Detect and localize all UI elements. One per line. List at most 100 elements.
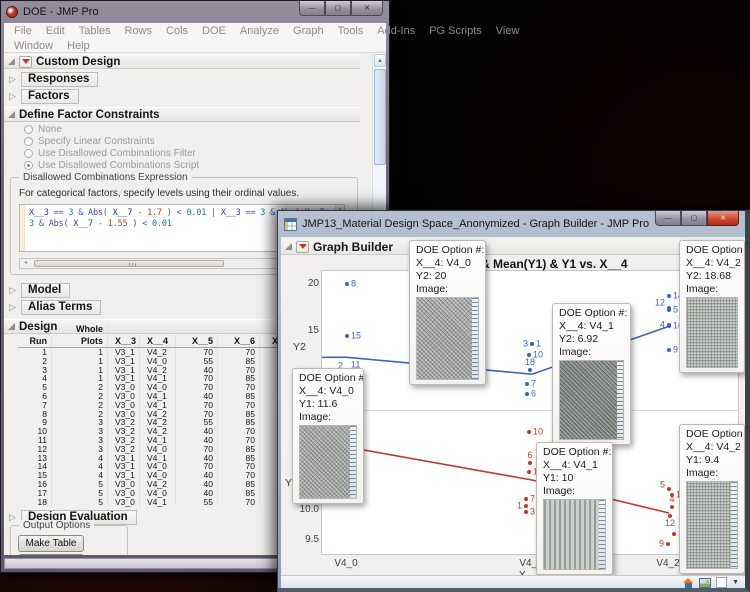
radio-option[interactable]: Use Disallowed Combinations Script	[24, 160, 199, 171]
collapsed-disclosure-icon[interactable]: ▷	[9, 92, 18, 101]
radio-option[interactable]: None	[24, 124, 62, 135]
tooltip-title: DOE Option #: 9	[686, 428, 738, 441]
graph-title-bar[interactable]: JMP13_Material Design Space_Anonymized -…	[278, 211, 745, 237]
point-label: 3	[523, 340, 528, 349]
data-point[interactable]	[528, 368, 532, 372]
red-triangle-menu-button[interactable]	[296, 241, 309, 253]
menu-item-cols[interactable]: Cols	[159, 25, 195, 37]
radio-button-icon[interactable]	[24, 149, 33, 158]
dropdown-icon[interactable]: ▼	[732, 579, 739, 586]
data-point[interactable]	[524, 504, 528, 508]
make-table-button[interactable]: Make Table	[18, 535, 84, 552]
data-point[interactable]	[667, 348, 671, 352]
data-point[interactable]	[666, 542, 670, 546]
outline-model[interactable]: ▷ Model	[9, 283, 70, 298]
menu-item-tables[interactable]: Tables	[72, 25, 118, 37]
radio-option[interactable]: Use Disallowed Combinations Filter	[24, 148, 196, 159]
scroll-left-icon[interactable]: ◂	[20, 259, 31, 268]
data-point[interactable]	[525, 382, 529, 386]
maximize-button[interactable]: ▢	[325, 1, 351, 16]
tooltip-title: DOE Option #: 14	[686, 244, 738, 257]
outline-factors[interactable]: ▷ Factors	[9, 89, 79, 104]
data-point[interactable]	[528, 461, 532, 465]
radio-button-icon[interactable]	[24, 137, 33, 146]
status-checkbox[interactable]	[716, 577, 727, 588]
data-point[interactable]	[667, 308, 671, 312]
data-point[interactable]	[345, 282, 349, 286]
data-point[interactable]	[527, 470, 531, 474]
data-point[interactable]	[525, 392, 529, 396]
scroll-up-icon[interactable]: ▲	[374, 54, 386, 67]
radio-option[interactable]: Specify Linear Constraints	[24, 136, 155, 147]
partial-button[interactable]	[18, 554, 84, 555]
data-point[interactable]	[524, 497, 528, 501]
red-triangle-menu-button[interactable]	[19, 56, 32, 68]
maximize-button[interactable]: ▢	[681, 211, 707, 226]
outline-custom-design[interactable]: Custom Design	[4, 54, 360, 69]
desktop: DOE - JMP Pro — ▢ ✕ FileEditTablesRowsCo…	[0, 0, 750, 592]
expanded-disclosure-icon[interactable]	[8, 111, 15, 118]
outline-alias-terms[interactable]: ▷ Alias Terms	[9, 300, 101, 315]
data-point[interactable]	[524, 510, 528, 514]
data-point[interactable]	[667, 324, 671, 328]
doe-menu-bar: FileEditTablesRowsColsDOEAnalyzeGraphToo…	[4, 23, 386, 53]
tooltip-line: Y1: 9.4	[686, 454, 738, 467]
minimize-button[interactable]: —	[299, 1, 325, 16]
minimize-button[interactable]: —	[655, 211, 681, 226]
menu-item-addins[interactable]: Add-Ins	[370, 25, 422, 37]
menu-item-view[interactable]: View	[489, 25, 527, 37]
doe-title-bar[interactable]: DOE - JMP Pro — ▢ ✕	[1, 1, 389, 23]
point-label: 7	[531, 379, 536, 388]
table-row[interactable]: 185V3_0V4_155701.7	[18, 498, 298, 507]
data-point[interactable]	[667, 487, 671, 491]
data-point[interactable]	[670, 505, 674, 509]
scrollbar-thumb[interactable]	[374, 69, 386, 165]
minimize-icon: —	[309, 5, 316, 12]
outline-title: Custom Design	[36, 56, 120, 68]
collapsed-disclosure-icon[interactable]: ▷	[9, 286, 18, 295]
code-token: )	[132, 219, 137, 229]
fabric-swatch-image	[686, 481, 738, 569]
code-token: |	[211, 208, 216, 218]
outline-graph-builder[interactable]: Graph Builder	[281, 239, 745, 255]
menu-item-window[interactable]: Window	[7, 40, 60, 52]
expanded-disclosure-icon[interactable]	[8, 58, 15, 65]
fabric-swatch-image	[543, 499, 606, 570]
scrollbar-thumb[interactable]	[34, 260, 224, 267]
image-icon[interactable]	[699, 578, 711, 588]
scatter-plot[interactable]: 8152111317311018761412541691182131517106…	[321, 270, 739, 555]
tooltip-line: Image:	[686, 467, 738, 480]
data-point[interactable]	[672, 532, 676, 536]
code-token: -	[98, 219, 103, 229]
collapsed-disclosure-icon[interactable]: ▷	[9, 75, 18, 84]
data-point[interactable]	[530, 342, 534, 346]
hover-tooltip-option-6: DOE Option #: 6X__4: V4_1Y2: 6.92Image:	[552, 303, 631, 445]
menu-item-rows[interactable]: Rows	[118, 25, 160, 37]
menu-item-edit[interactable]: Edit	[39, 25, 72, 37]
menu-item-graph[interactable]: Graph	[286, 25, 331, 37]
radio-button-icon[interactable]	[24, 161, 33, 170]
fabric-swatch-image	[416, 297, 479, 380]
data-point[interactable]	[527, 430, 531, 434]
menu-item-doe[interactable]: DOE	[195, 25, 233, 37]
close-icon: ✕	[720, 214, 726, 222]
home-window-icon[interactable]	[683, 578, 694, 588]
data-point[interactable]	[667, 294, 671, 298]
point-label: 10	[533, 428, 543, 437]
outline-define-factor-constraints[interactable]: Define Factor Constraints	[4, 107, 360, 122]
menu-item-tools[interactable]: Tools	[331, 25, 371, 37]
close-button[interactable]: ✕	[351, 1, 383, 16]
radio-button-icon[interactable]	[24, 125, 33, 134]
menu-item-pgscripts[interactable]: PG Scripts	[422, 25, 489, 37]
menu-item-file[interactable]: File	[7, 25, 39, 37]
menu-item-analyze[interactable]: Analyze	[233, 25, 286, 37]
collapsed-disclosure-icon[interactable]: ▷	[9, 303, 18, 312]
point-label: 5	[660, 481, 665, 490]
expanded-disclosure-icon[interactable]	[8, 323, 15, 330]
collapsed-disclosure-icon[interactable]: ▷	[9, 513, 18, 522]
outline-responses[interactable]: ▷ Responses	[9, 72, 98, 87]
close-button[interactable]: ✕	[707, 211, 739, 226]
expanded-disclosure-icon[interactable]	[285, 243, 292, 250]
data-point[interactable]	[345, 334, 349, 338]
menu-item-help[interactable]: Help	[60, 40, 97, 52]
